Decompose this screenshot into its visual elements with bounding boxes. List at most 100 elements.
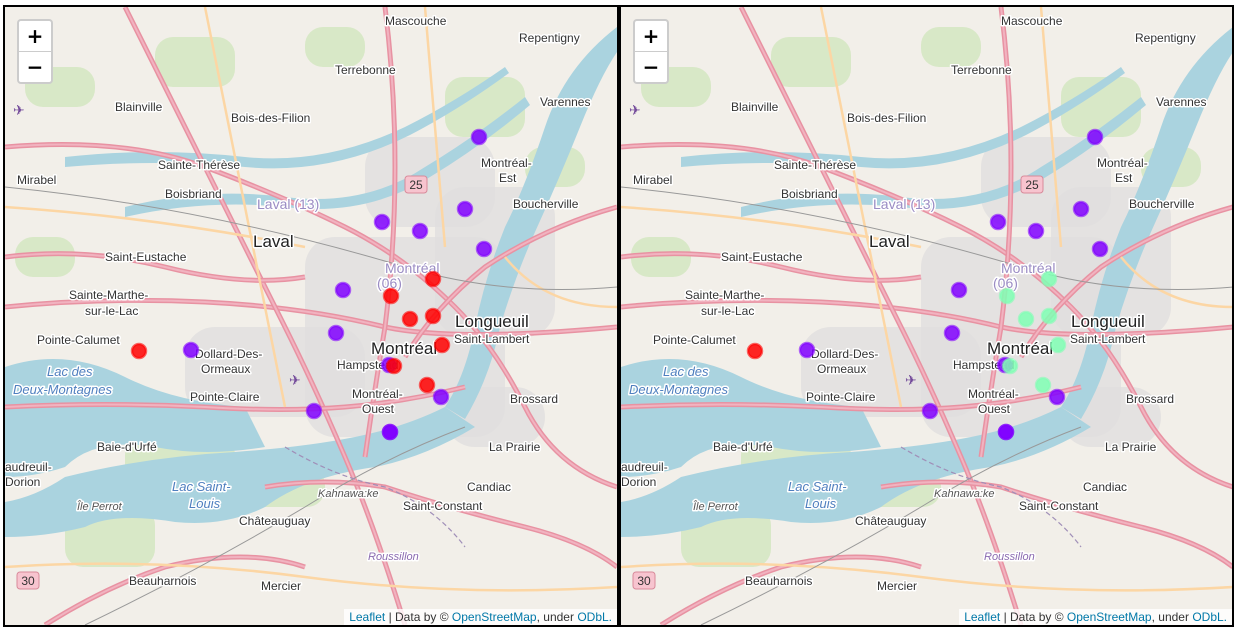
place-label: Laval: [869, 232, 910, 251]
place-label: Sainte-Marthe-: [685, 288, 764, 302]
place-label: Montréal: [371, 339, 437, 358]
place-label: Candiac: [467, 480, 511, 494]
place-label: Dorion: [621, 475, 656, 489]
airport-icon: ✈: [289, 373, 301, 389]
highway-shield-label: 30: [637, 574, 651, 588]
map-marker-purple[interactable]: [989, 213, 1007, 231]
highway-shield: 30: [632, 571, 656, 590]
map-marker-red[interactable]: [746, 342, 764, 360]
leaflet-link[interactable]: Leaflet: [964, 610, 1000, 624]
place-label: Montréal: [987, 339, 1053, 358]
map-tiles: ✈ ✈ Mascouche Repentigny Terrebonne Blainvill…: [5, 7, 617, 625]
map-marker-purple[interactable]: [381, 423, 399, 441]
zoom-control: + −: [633, 19, 669, 84]
map-marker-light-green[interactable]: [1001, 357, 1019, 375]
map-marker-purple[interactable]: [1091, 240, 1109, 258]
place-label: Roussillon: [368, 551, 419, 563]
map-marker-light-green[interactable]: [998, 287, 1016, 305]
openstreetmap-link[interactable]: OpenStreetMap: [1067, 610, 1152, 624]
place-label: Saint-Constant: [403, 499, 483, 513]
place-label: Sainte-Thérèse: [158, 158, 240, 172]
attribution: Leaflet | Data by © OpenStreetMap, under…: [344, 609, 617, 625]
place-label: Lac des: [663, 364, 709, 379]
place-label: Boisbriand: [781, 187, 838, 201]
airport-icon: ✈: [13, 103, 25, 119]
map-marker-purple[interactable]: [182, 341, 200, 359]
place-label: Laval (13): [257, 196, 319, 212]
zoom-in-button[interactable]: +: [19, 21, 51, 51]
place-label: Candiac: [1083, 480, 1127, 494]
map-marker-purple[interactable]: [1027, 222, 1045, 240]
map-marker-red[interactable]: [385, 357, 403, 375]
map-marker-purple[interactable]: [921, 402, 939, 420]
place-label: Terrebonne: [951, 63, 1012, 77]
map-marker-purple[interactable]: [1048, 388, 1066, 406]
place-label: sur-le-Lac: [701, 304, 754, 318]
highway-shield: 25: [1020, 175, 1044, 194]
place-label: Est: [499, 171, 517, 185]
odbl-link[interactable]: ODbL.: [1192, 610, 1227, 624]
map-marker-purple[interactable]: [798, 341, 816, 359]
map-marker-light-green[interactable]: [1040, 307, 1058, 325]
odbl-link[interactable]: ODbL.: [577, 610, 612, 624]
map-marker-light-green[interactable]: [1040, 270, 1058, 288]
place-label: Sainte-Marthe-: [69, 288, 148, 302]
map-marker-purple[interactable]: [373, 213, 391, 231]
place-label: Longueuil: [455, 312, 529, 331]
map-left[interactable]: ✈ ✈ Mascouche Repentigny Terrebonne Blainvill…: [3, 5, 619, 627]
map-marker-purple[interactable]: [475, 240, 493, 258]
place-label: Kahnawa:ke: [318, 488, 379, 500]
place-label: Saint-Eustache: [721, 250, 803, 264]
map-marker-purple[interactable]: [305, 402, 323, 420]
map-right[interactable]: ✈ ✈ Mascouche Repentigny Terrebonne Blainvill…: [619, 5, 1234, 627]
zoom-in-button[interactable]: +: [635, 21, 667, 51]
map-marker-light-green[interactable]: [1049, 336, 1067, 354]
map-marker-purple[interactable]: [950, 281, 968, 299]
place-label: Baie-d'Urfé: [97, 440, 157, 454]
map-marker-purple[interactable]: [411, 222, 429, 240]
map-marker-light-green[interactable]: [1034, 376, 1052, 394]
place-label: Ouest: [978, 402, 1011, 416]
map-marker-purple[interactable]: [470, 128, 488, 146]
place-label: Montréal-: [1097, 156, 1148, 170]
map-marker-red[interactable]: [418, 376, 436, 394]
map-marker-purple[interactable]: [456, 200, 474, 218]
place-label: audreuil-: [5, 460, 52, 474]
map-marker-purple[interactable]: [432, 388, 450, 406]
map-marker-purple[interactable]: [327, 324, 345, 342]
map-marker-purple[interactable]: [1072, 200, 1090, 218]
place-label: Repentigny: [1135, 31, 1196, 45]
zoom-out-button[interactable]: −: [19, 51, 51, 82]
place-label: Saint-Constant: [1019, 499, 1099, 513]
place-label: Mercier: [261, 579, 301, 593]
leaflet-link[interactable]: Leaflet: [349, 610, 385, 624]
place-label: Deux-Montagnes: [13, 382, 112, 397]
place-label: Est: [1115, 171, 1133, 185]
map-marker-red[interactable]: [382, 287, 400, 305]
place-label: Pointe-Claire: [806, 390, 876, 404]
map-marker-purple[interactable]: [334, 281, 352, 299]
place-label: Saint-Lambert: [1070, 332, 1146, 346]
place-label: Saint-Eustache: [105, 250, 187, 264]
place-label: Lac des: [47, 364, 93, 379]
map-marker-purple[interactable]: [997, 423, 1015, 441]
place-label: Ouest: [362, 402, 395, 416]
map-marker-red[interactable]: [424, 307, 442, 325]
attribution: Leaflet | Data by © OpenStreetMap, under…: [959, 609, 1232, 625]
place-label: Bois-des-Filion: [231, 111, 310, 125]
place-label: Pointe-Claire: [190, 390, 260, 404]
attribution-text: | Data by ©: [1000, 610, 1067, 624]
place-label: Laval: [253, 232, 294, 251]
place-label: Lac Saint-: [172, 479, 231, 494]
map-marker-red[interactable]: [401, 310, 419, 328]
map-marker-red[interactable]: [433, 336, 451, 354]
map-marker-light-green[interactable]: [1017, 310, 1035, 328]
place-label: Châteauguay: [239, 514, 310, 528]
map-marker-purple[interactable]: [943, 324, 961, 342]
map-marker-purple[interactable]: [1086, 128, 1104, 146]
zoom-out-button[interactable]: −: [635, 51, 667, 82]
map-marker-red[interactable]: [130, 342, 148, 360]
openstreetmap-link[interactable]: OpenStreetMap: [452, 610, 537, 624]
map-marker-red[interactable]: [424, 270, 442, 288]
highway-shield: 30: [16, 571, 40, 590]
